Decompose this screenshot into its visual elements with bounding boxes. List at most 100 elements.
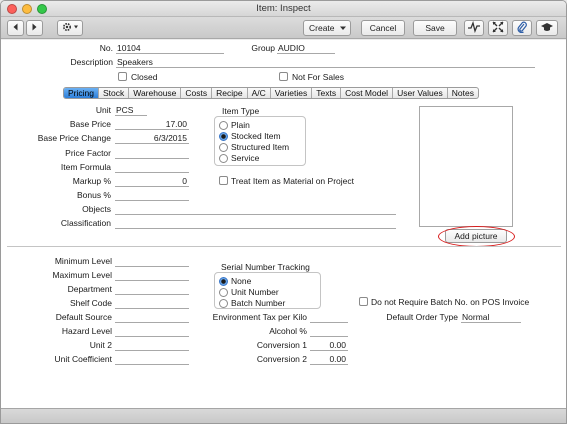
tab-stock[interactable]: Stock <box>99 88 130 98</box>
gear-icon <box>63 22 78 32</box>
item-formula-field[interactable] <box>115 162 189 173</box>
create-button[interactable]: Create <box>303 20 351 36</box>
base-price-change-field[interactable]: 6/3/2015 <box>115 133 189 144</box>
zoom-window-button[interactable] <box>37 4 47 14</box>
serial-tracking-group: None Unit Number Batch Number <box>214 272 321 309</box>
no-batch-pos-label: Do not Require Batch No. on POS Invoice <box>371 297 530 307</box>
classification-field[interactable] <box>115 218 396 229</box>
markup-field[interactable]: 0 <box>115 176 189 187</box>
toolbar: Create Cancel Save <box>1 17 566 39</box>
description-label: Description <box>70 57 113 67</box>
close-window-button[interactable] <box>7 4 17 14</box>
price-factor-field[interactable] <box>115 148 189 159</box>
serial-radio-batch-number[interactable] <box>219 299 228 308</box>
closed-checkbox[interactable] <box>118 72 127 81</box>
serial-radio-none[interactable] <box>219 277 228 286</box>
description-field[interactable]: Speakers <box>116 57 535 68</box>
alcohol-label: Alcohol % <box>269 326 307 336</box>
attachments-button[interactable] <box>512 20 532 36</box>
hazard-level-field[interactable] <box>115 326 189 337</box>
item-type-radio-stocked-item[interactable] <box>219 132 228 141</box>
save-button-label: Save <box>425 23 445 33</box>
highlight-ellipse <box>438 226 515 247</box>
treat-as-material-checkbox[interactable] <box>219 176 228 185</box>
unit-coefficient-field[interactable] <box>115 354 189 365</box>
create-button-label: Create <box>309 23 335 33</box>
paperclip-icon <box>517 21 527 34</box>
item-type-option-label: Service <box>231 153 260 163</box>
item-type-radio-structured-item[interactable] <box>219 143 228 152</box>
item-formula-label: Item Formula <box>60 162 111 172</box>
not-for-sales-checkbox[interactable] <box>279 72 288 81</box>
conversion2-label: Conversion 2 <box>256 354 307 364</box>
shelf-code-label: Shelf Code <box>69 298 112 308</box>
bonus-label: Bonus % <box>76 190 111 200</box>
maximum-level-label: Maximum Level <box>52 270 112 280</box>
item-type-radio-plain[interactable] <box>219 121 228 130</box>
item-type-group: Plain Stocked Item Structured Item Service <box>214 116 306 166</box>
no-label: No. <box>99 43 113 53</box>
unit-label: Unit <box>95 105 111 115</box>
tab-varieties[interactable]: Varieties <box>271 88 313 98</box>
cancel-button[interactable]: Cancel <box>361 20 405 36</box>
closed-label: Closed <box>131 72 158 82</box>
department-field[interactable] <box>115 284 189 295</box>
classification-label: Classification <box>60 218 111 228</box>
maximum-level-field[interactable] <box>115 270 189 281</box>
tab-warehouse[interactable]: Warehouse <box>129 88 182 98</box>
operations-menu-button[interactable] <box>57 20 83 36</box>
status-bar <box>1 408 566 423</box>
tab-a-c[interactable]: A/C <box>248 88 271 98</box>
arrow-right-icon <box>32 23 37 31</box>
tab-notes[interactable]: Notes <box>448 88 478 98</box>
alcohol-field[interactable] <box>310 326 348 337</box>
save-button[interactable]: Save <box>413 20 457 36</box>
shelf-code-field[interactable] <box>115 298 189 309</box>
tab-costs[interactable]: Costs <box>181 88 213 98</box>
tab-texts[interactable]: Texts <box>312 88 342 98</box>
card-tabs: Pricing Stock Warehouse Costs Recipe A/C Varie… <box>63 87 479 99</box>
item-type-option-label: Stocked Item <box>231 131 281 141</box>
item-type-radio-service[interactable] <box>219 154 228 163</box>
default-order-type-field[interactable]: Normal <box>461 312 521 323</box>
markup-label: Markup % <box>72 176 111 186</box>
next-record-button[interactable] <box>26 20 43 36</box>
group-field[interactable]: AUDIO <box>277 43 335 54</box>
minimum-level-field[interactable] <box>115 256 189 267</box>
serial-tracking-title: Serial Number Tracking <box>221 262 310 272</box>
minimize-window-button[interactable] <box>22 4 32 14</box>
serial-radio-unit-number[interactable] <box>219 288 228 297</box>
tab-cost-model[interactable]: Cost Model <box>341 88 394 98</box>
conversion1-field[interactable]: 0.00 <box>310 340 348 351</box>
tab-recipe[interactable]: Recipe <box>212 88 248 98</box>
activity-button[interactable] <box>464 20 484 36</box>
conversion2-field[interactable]: 0.00 <box>310 354 348 365</box>
bonus-field[interactable] <box>115 190 189 201</box>
help-button[interactable] <box>536 20 558 36</box>
unit-field[interactable]: PCS <box>115 105 147 116</box>
conversion1-label: Conversion 1 <box>256 340 307 350</box>
previous-record-button[interactable] <box>7 20 24 36</box>
default-source-label: Default Source <box>55 312 112 322</box>
base-price-change-label: Base Price Change <box>37 133 111 143</box>
hazard-level-label: Hazard Level <box>61 326 112 336</box>
objects-label: Objects <box>82 204 111 214</box>
environment-tax-field[interactable] <box>310 312 348 323</box>
chevron-down-icon <box>340 26 346 30</box>
environment-tax-label: Environment Tax per Kilo <box>212 312 307 322</box>
unit2-label: Unit 2 <box>89 340 112 350</box>
item-type-option-label: Structured Item <box>231 142 290 152</box>
unit2-field[interactable] <box>115 340 189 351</box>
no-field[interactable]: 10104 <box>116 43 224 54</box>
default-source-field[interactable] <box>115 312 189 323</box>
tab-pricing[interactable]: Pricing <box>64 88 99 98</box>
price-factor-label: Price Factor <box>65 148 111 158</box>
no-batch-pos-checkbox[interactable] <box>359 297 368 306</box>
expand-button[interactable] <box>488 20 508 36</box>
default-order-type-label: Default Order Type <box>386 312 458 322</box>
tab-user-values[interactable]: User Values <box>393 88 448 98</box>
picture-box[interactable] <box>419 106 513 227</box>
item-type-option-label: Plain <box>231 120 250 130</box>
objects-field[interactable] <box>115 204 396 215</box>
base-price-field[interactable]: 17.00 <box>115 119 189 130</box>
